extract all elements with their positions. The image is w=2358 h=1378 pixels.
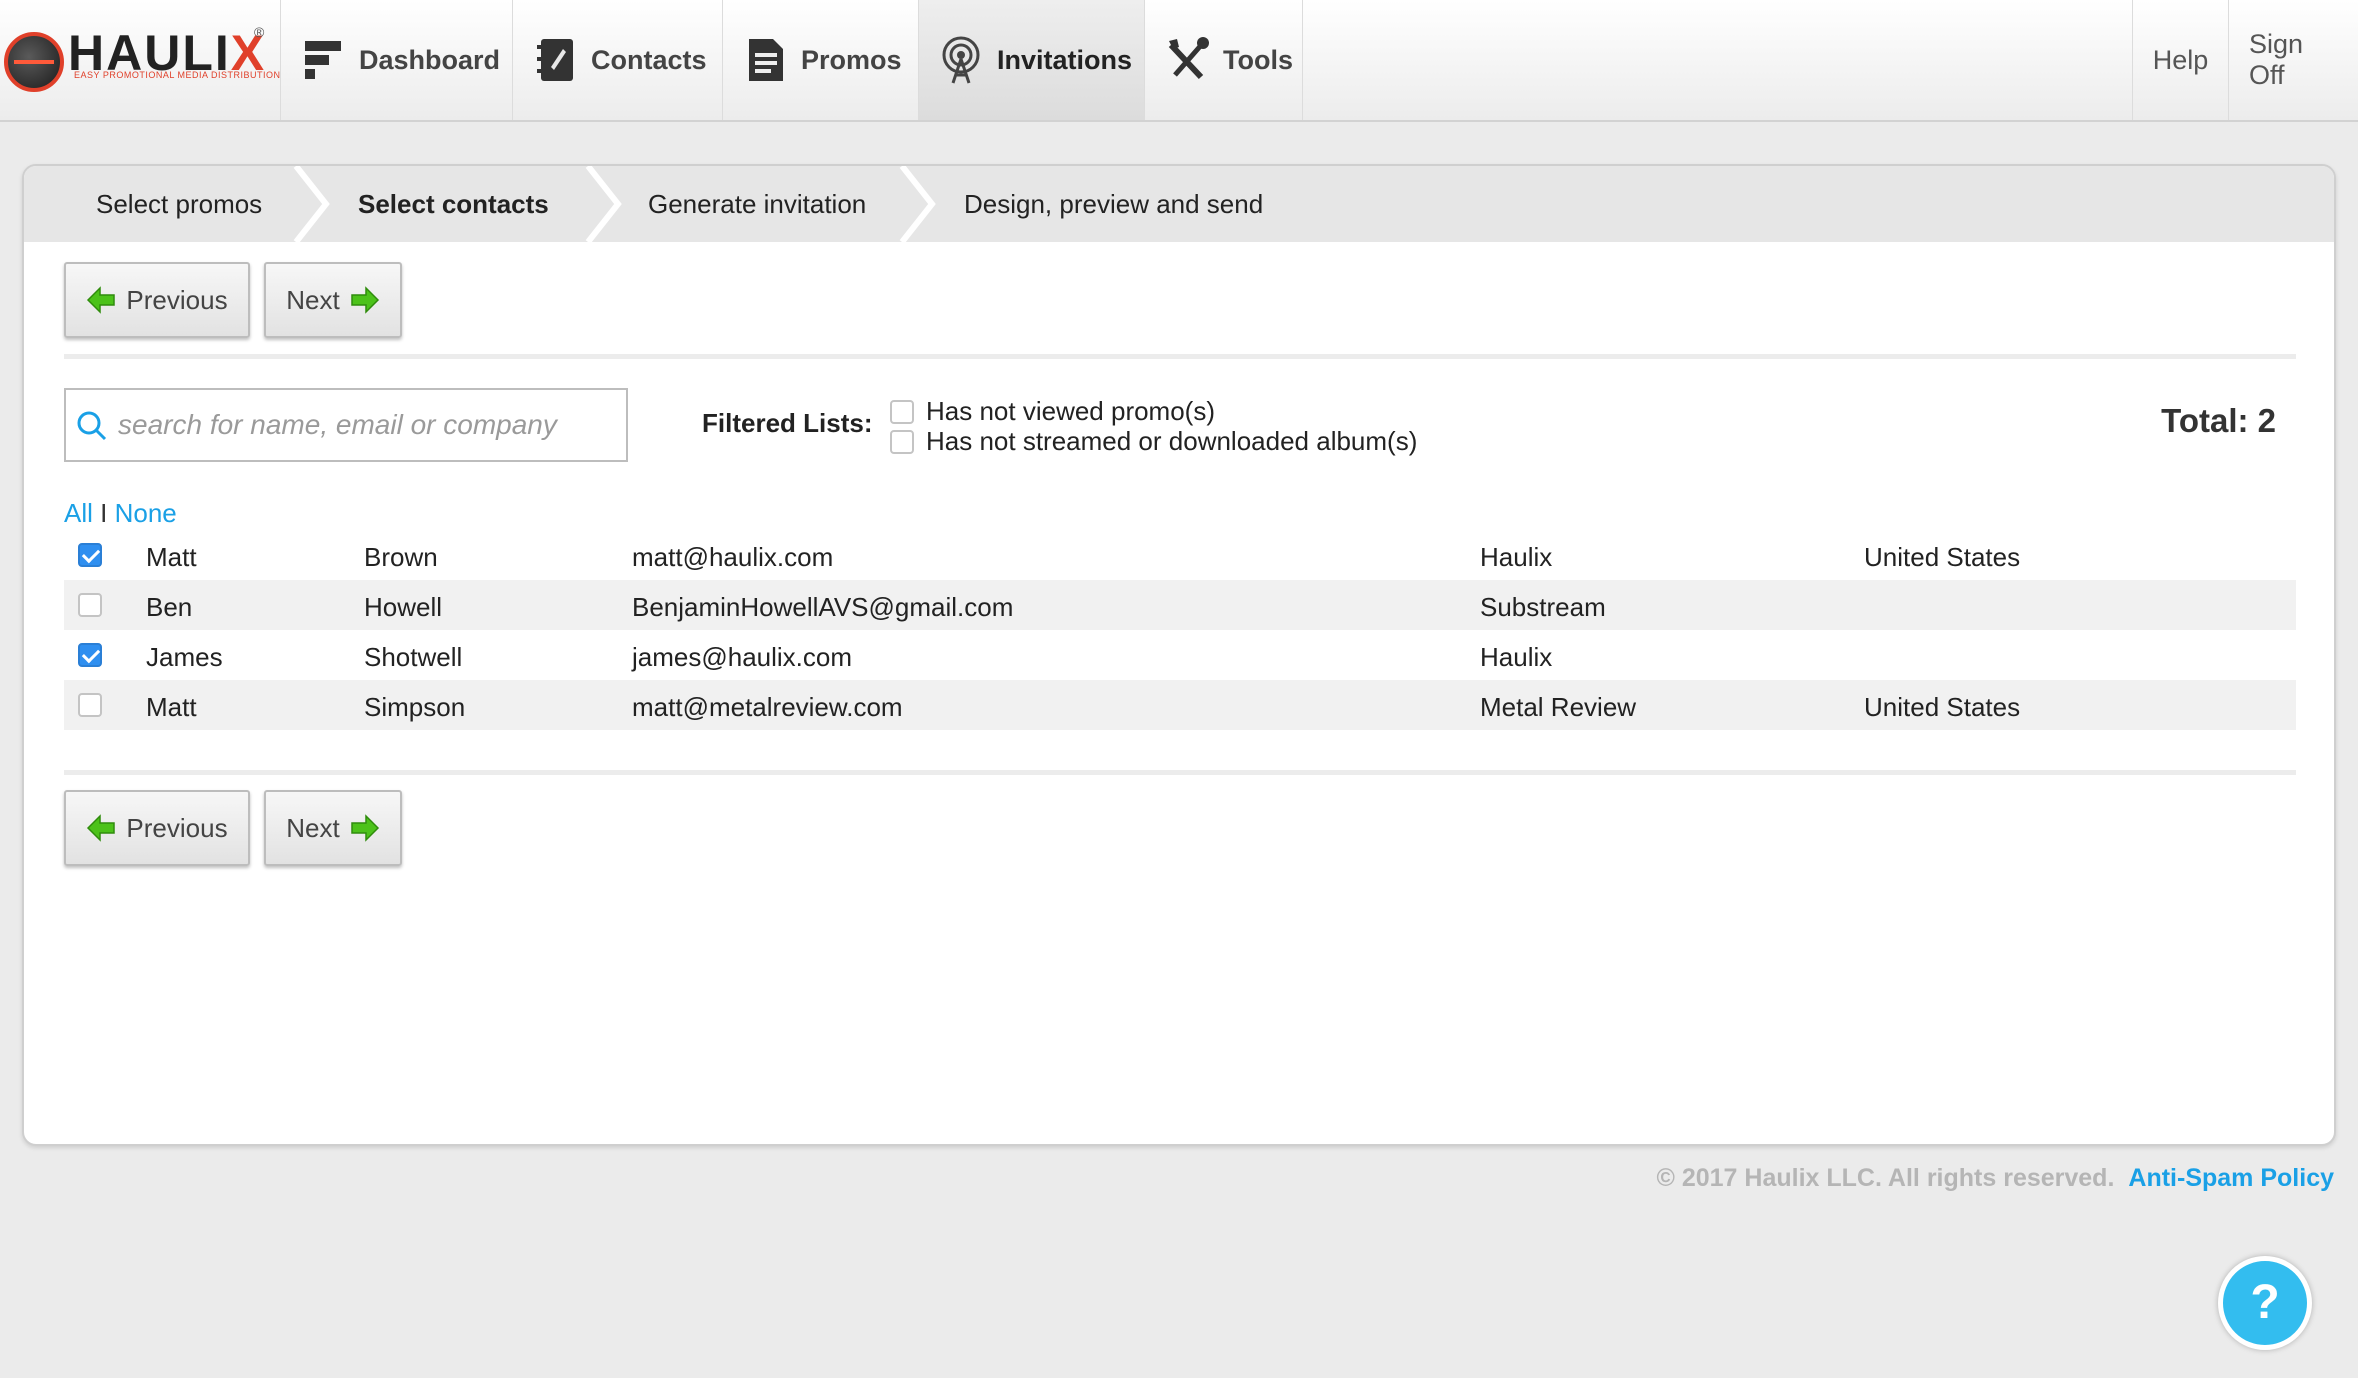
contact-email: BenjaminHowellAVS@gmail.com [632,592,1014,622]
filter-not-streamed-label: Has not streamed or downloaded album(s) [926,426,1418,456]
nav-invitations[interactable]: Invitations [918,0,1144,120]
promos-icon [743,35,787,85]
filter-not-viewed-label: Has not viewed promo(s) [926,396,1215,426]
contact-checkbox[interactable] [78,593,102,617]
next-button-label: Next [286,812,340,843]
contact-email: matt@metalreview.com [632,692,903,722]
tools-icon [1165,35,1209,85]
divider [64,354,2296,359]
footer: © 2017 Haulix LLC. All rights reserved. A… [1656,1164,2334,1193]
contact-checkbox[interactable] [78,543,102,567]
nav-invitations-label: Invitations [997,44,1133,75]
total-count: Total: 2 [2161,402,2276,439]
divider [64,770,2296,775]
step-design-preview-send[interactable]: Design, preview and send [964,166,1263,242]
contact-email: james@haulix.com [632,642,853,672]
previous-button-bottom[interactable]: Previous [64,790,250,866]
top-navigation: HAULIX ® EASY PROMOTIONAL MEDIA DISTRIBU… [0,0,2358,122]
contact-row[interactable]: Ben Howell BenjaminHowellAVS@gmail.com S… [64,580,2296,630]
step-select-contacts[interactable]: Select contacts [358,166,549,242]
contact-first-name: James [146,642,223,672]
search-icon [77,411,107,441]
dashboard-icon [301,35,345,85]
contact-email: matt@haulix.com [632,542,834,572]
step-separator-icon [293,166,330,242]
contact-last-name: Simpson [364,692,466,722]
select-all-link[interactable]: All [64,498,93,528]
nav-tools[interactable]: Tools [1144,0,1302,120]
previous-button-label: Previous [126,284,228,315]
contact-company: Substream [1480,592,1606,622]
nav-promos-label: Promos [801,44,902,75]
nav-dashboard[interactable]: Dashboard [280,0,512,120]
contact-row[interactable]: James Shotwell james@haulix.com Haulix [64,630,2296,680]
contact-row[interactable]: Matt Simpson matt@metalreview.com Metal … [64,680,2296,730]
search-input[interactable] [118,400,618,450]
nav-sign-off[interactable]: Sign Off [2228,0,2358,120]
nav-contacts[interactable]: Contacts [512,0,722,120]
contact-first-name: Ben [146,592,193,622]
nav-help-label: Help [2152,44,2209,75]
copyright-text: © 2017 Haulix LLC. All rights reserved. [1656,1164,2115,1192]
contact-company: Haulix [1480,542,1553,572]
haulix-logo[interactable]: HAULIX ® EASY PROMOTIONAL MEDIA DISTRIBU… [4,24,280,92]
contacts-icon [533,35,577,85]
filter-not-streamed[interactable]: Has not streamed or downloaded album(s) [890,426,1417,457]
step-generate-invitation[interactable]: Generate invitation [648,166,866,242]
nav-dashboard-label: Dashboard [359,44,501,75]
contact-last-name: Howell [364,592,443,622]
contact-company: Metal Review [1480,692,1637,722]
invitation-wizard-panel: Select promos Select contacts Generate i… [22,164,2336,1146]
select-separator: I [100,498,108,528]
contact-row[interactable]: Matt Brown matt@haulix.com Haulix United… [64,530,2296,580]
previous-button[interactable]: Previous [64,262,250,338]
filtered-lists-label: Filtered Lists: [702,408,873,438]
logo-disc-icon [4,32,64,92]
invitations-icon [939,35,983,85]
step-select-promos[interactable]: Select promos [96,166,262,242]
nav-divider [1302,0,1303,120]
filter-not-viewed[interactable]: Has not viewed promo(s) [890,396,1215,427]
arrow-left-icon [87,286,116,314]
contact-checkbox[interactable] [78,693,102,717]
wizard-steps: Select promos Select contacts Generate i… [24,166,2334,242]
arrow-right-icon [350,286,379,314]
nav-sign-off-label: Sign Off [2249,29,2304,90]
nav-tools-label: Tools [1223,44,1293,75]
help-fab-button[interactable]: ? [2218,1256,2312,1350]
contact-country: United States [1864,542,2021,572]
contact-country: United States [1864,692,2021,722]
logo-registered-mark: ® [254,24,265,40]
nav-contacts-label: Contacts [591,44,707,75]
contact-first-name: Matt [146,542,197,572]
filter-not-streamed-checkbox[interactable] [890,429,914,454]
next-button-bottom[interactable]: Next [264,790,402,866]
filter-not-viewed-checkbox[interactable] [890,399,914,424]
select-all-none: All I None [64,498,177,529]
nav-promos[interactable]: Promos [722,0,918,120]
step-separator-icon [585,166,622,242]
next-button-label: Next [286,284,340,315]
anti-spam-policy-link[interactable]: Anti-Spam Policy [2128,1164,2334,1192]
arrow-left-icon [87,814,116,842]
contact-company: Haulix [1480,642,1553,672]
nav-help[interactable]: Help [2132,0,2228,120]
next-button[interactable]: Next [264,262,402,338]
arrow-right-icon [350,814,379,842]
contact-search-box [64,388,628,462]
select-none-link[interactable]: None [115,498,177,528]
contact-last-name: Shotwell [364,642,463,672]
previous-button-label: Previous [126,812,228,843]
contact-checkbox[interactable] [78,643,102,667]
logo-tagline: EASY PROMOTIONAL MEDIA DISTRIBUTION [74,70,281,80]
step-separator-icon [899,166,936,242]
contact-last-name: Brown [364,542,438,572]
contact-first-name: Matt [146,692,197,722]
